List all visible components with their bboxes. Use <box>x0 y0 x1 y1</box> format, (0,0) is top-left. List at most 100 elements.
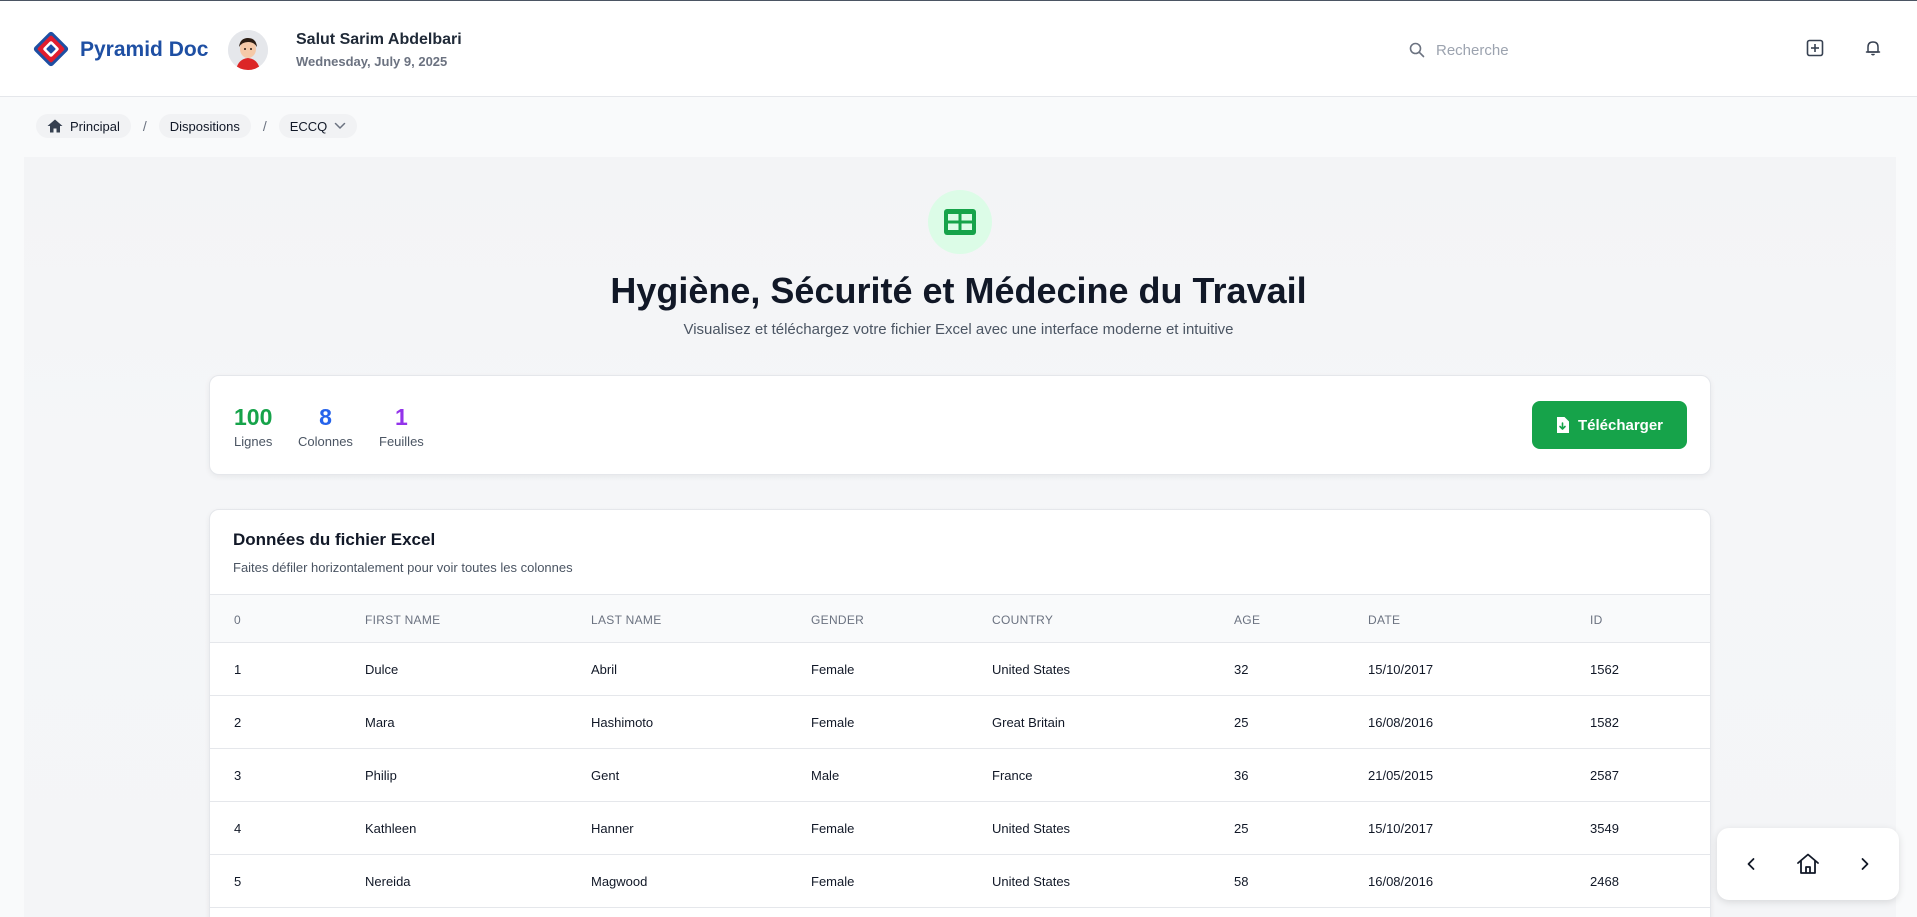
table-cell: Great Britain <box>992 715 1065 730</box>
breadcrumb-label: Dispositions <box>169 118 240 134</box>
table-cell: Male <box>811 768 840 783</box>
table-cell: Magwood <box>591 874 648 889</box>
table-cell: 4 <box>234 821 242 836</box>
home-icon <box>47 119 63 133</box>
table-cell: 15/10/2017 <box>1368 821 1434 836</box>
table-cell: United States <box>992 821 1071 836</box>
table-cell: United States <box>992 662 1071 677</box>
brand-name[interactable]: Pyramid Doc <box>80 38 208 62</box>
breadcrumb-label: Principal <box>70 118 120 134</box>
page-title: Hygiène, Sécurité et Médecine du Travail <box>610 270 1307 311</box>
table-cell: United States <box>992 874 1071 889</box>
search-input[interactable] <box>1436 35 1736 65</box>
table-cell: Dulce <box>365 662 399 677</box>
column-header[interactable]: COUNTRY <box>992 613 1053 627</box>
table-row[interactable]: 3 Philip Gent Male France 36 21/05/2015 … <box>210 749 1710 802</box>
hero-icon-badge <box>928 190 992 254</box>
chevron-left-icon <box>1747 858 1755 870</box>
plus-square-icon <box>1806 39 1824 57</box>
home-button[interactable] <box>1796 852 1820 876</box>
table-cell: Nereida <box>365 874 411 889</box>
breadcrumb-item-principal[interactable]: Principal <box>36 114 131 138</box>
bell-icon <box>1865 41 1881 56</box>
column-header[interactable]: 0 <box>234 613 241 627</box>
breadcrumb-item-dispositions[interactable]: Dispositions <box>158 114 251 138</box>
table-cell: Mara <box>365 715 395 730</box>
table-cell: Female <box>811 874 855 889</box>
spreadsheet-icon <box>944 209 976 235</box>
stat-columns: 8 Colonnes <box>298 404 353 449</box>
table-row[interactable]: 4 Kathleen Hanner Female United States 2… <box>210 802 1710 855</box>
column-header[interactable]: GENDER <box>811 613 864 627</box>
table-cell: 25 <box>1234 821 1249 836</box>
table-title: Données du fichier Excel <box>233 530 436 549</box>
table-row[interactable]: 1 Dulce Abril Female United States 32 15… <box>210 643 1710 696</box>
table-cell: Female <box>811 821 855 836</box>
table-cell: 2 <box>234 715 242 730</box>
table-cell: Gent <box>591 768 620 783</box>
stat-label: Feuilles <box>379 434 424 449</box>
excel-data-card: Données du fichier Excel Faites défiler … <box>209 509 1711 917</box>
user-avatar-icon <box>228 30 268 70</box>
breadcrumb-item-eccq[interactable]: ECCQ <box>278 114 358 138</box>
chevron-right-icon <box>1861 858 1869 870</box>
table-cell: Philip <box>365 768 397 783</box>
back-button[interactable] <box>1739 852 1763 876</box>
breadcrumb-label: ECCQ <box>289 118 328 134</box>
table-cell: 1562 <box>1590 662 1619 677</box>
column-header[interactable]: DATE <box>1368 613 1400 627</box>
notifications-button[interactable] <box>1862 37 1884 59</box>
table-cell: 1 <box>234 662 242 677</box>
stat-label: Colonnes <box>298 434 353 449</box>
table-cell: 1582 <box>1590 715 1619 730</box>
search-icon <box>1409 42 1425 58</box>
table-row[interactable]: 5 Nereida Magwood Female United States 5… <box>210 855 1710 908</box>
home-outline-icon <box>1797 853 1819 874</box>
app-header: Pyramid Doc Salut Sarim Abdelbari Wednes… <box>0 1 1917 97</box>
table-cell: Hashimoto <box>591 715 654 730</box>
chevron-down-icon[interactable] <box>334 122 346 130</box>
stat-value: 100 <box>234 404 273 430</box>
forward-button[interactable] <box>1853 852 1877 876</box>
download-label: Télécharger <box>1577 416 1664 434</box>
table-header: 0 FIRST NAME LAST NAME GENDER COUNTRY AG… <box>210 594 1710 643</box>
pyramid-logo-icon[interactable] <box>32 30 70 68</box>
breadcrumb-separator: / <box>142 118 147 134</box>
stat-sheets: 1 Feuilles <box>379 404 424 449</box>
table-cell: Female <box>811 662 855 677</box>
add-document-button[interactable] <box>1804 37 1826 59</box>
table-cell: Female <box>811 715 855 730</box>
table-cell: Kathleen <box>365 821 417 836</box>
stat-value: 8 <box>319 404 332 430</box>
current-date: Wednesday, July 9, 2025 <box>296 54 448 69</box>
table-cell: 16/08/2016 <box>1368 715 1434 730</box>
download-button[interactable]: Télécharger <box>1532 401 1687 449</box>
table-cell: Hanner <box>591 821 634 836</box>
table-cell: 3 <box>234 768 242 783</box>
table-cell: 32 <box>1234 662 1249 677</box>
user-greeting: Salut Sarim Abdelbari <box>296 31 462 48</box>
table-cell: 16/08/2016 <box>1368 874 1434 889</box>
column-header[interactable]: LAST NAME <box>591 613 662 627</box>
floating-navigation <box>1717 828 1899 900</box>
stat-value: 1 <box>395 404 408 430</box>
table-cell: Abril <box>591 662 618 677</box>
table-cell: 5 <box>234 874 242 889</box>
column-header[interactable]: ID <box>1590 613 1603 627</box>
table-subtitle: Faites défiler horizontalement pour voir… <box>233 560 573 575</box>
table-cell: 36 <box>1234 768 1249 783</box>
table-cell: 21/05/2015 <box>1368 768 1434 783</box>
avatar[interactable] <box>228 30 268 70</box>
column-header[interactable]: AGE <box>1234 613 1260 627</box>
file-stats-card: 100 Lignes 8 Colonnes 1 Feuilles <box>209 375 1711 475</box>
column-header[interactable]: FIRST NAME <box>365 613 440 627</box>
table-row[interactable]: 2 Mara Hashimoto Female Great Britain 25… <box>210 696 1710 749</box>
file-download-icon <box>1556 417 1569 433</box>
page-subtitle: Visualisez et téléchargez votre fichier … <box>683 321 1234 338</box>
stat-label: Lignes <box>234 434 273 449</box>
table-cell: 15/10/2017 <box>1368 662 1434 677</box>
table-cell: 58 <box>1234 874 1249 889</box>
table-cell: 2587 <box>1590 768 1619 783</box>
table-cell: France <box>992 768 1033 783</box>
stat-rows: 100 Lignes <box>234 404 272 449</box>
